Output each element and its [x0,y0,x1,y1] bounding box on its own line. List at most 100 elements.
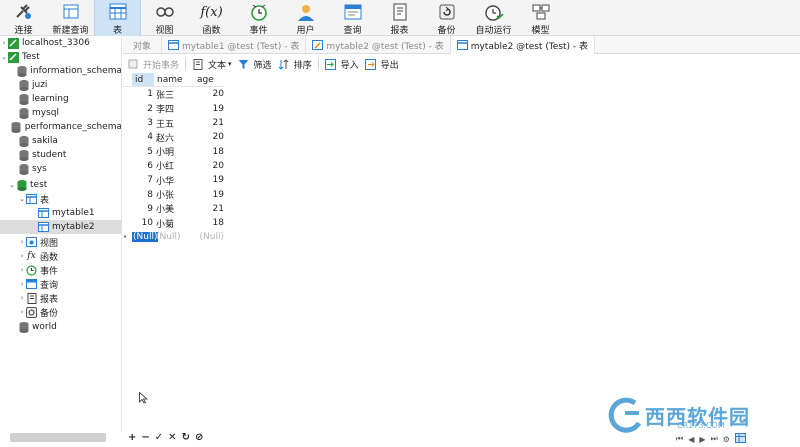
cell-age-null[interactable]: (Null) [194,232,224,242]
filter-button[interactable]: 筛选 [238,58,272,71]
column-header-id[interactable]: id [132,73,154,88]
chevron-down-icon[interactable]: ⌄ [18,195,26,203]
new-query-button[interactable]: 新建查询 [47,0,94,36]
previous-record-icon[interactable]: ◀ [688,435,694,444]
table-row[interactable]: 7 小华 19 [123,173,263,187]
tree-folder-events[interactable]: › 事件 [0,263,121,277]
discard-icon[interactable]: ✕ [168,432,176,443]
cell-name[interactable]: 小华 [154,174,194,187]
tab-objects[interactable]: 对象 [123,36,163,54]
chevron-right-icon[interactable]: › [18,252,26,260]
refresh-icon[interactable]: ↻ [182,432,190,443]
cell-name[interactable]: 小明 [154,145,194,158]
settings-icon[interactable]: ⚙ [723,435,730,444]
tab-mytable1[interactable]: mytable1 @test (Test) - 表 [162,36,307,54]
cell-age[interactable]: 19 [194,104,224,114]
add-icon[interactable]: + [128,432,136,443]
cell-age[interactable]: 20 [194,132,224,142]
cell-age[interactable]: 20 [194,161,224,171]
remove-icon[interactable]: − [141,432,149,443]
export-button[interactable]: 导出 [364,58,399,71]
chevron-right-icon[interactable]: › [18,308,26,316]
tree-connection-test[interactable]: ⌄ Test [0,50,121,64]
table-row[interactable]: 9 小美 21 [123,202,263,216]
tree-folder-queries[interactable]: › 查询 [0,277,121,291]
begin-transaction-button[interactable]: 开始事务 [127,58,179,71]
tree-horizontal-scrollbar[interactable] [10,433,106,442]
cell-id[interactable]: 6 [132,161,154,171]
tree-folder-functions[interactable]: › fx 函数 [0,249,121,263]
table-row[interactable]: 1 张三 20 [123,87,263,101]
connect-button[interactable]: 连接 [0,0,47,36]
chevron-right-icon[interactable]: › [0,39,8,47]
function-button[interactable]: f(x) 函数 [188,0,235,37]
sort-button[interactable]: 排序 [278,58,312,71]
cell-id[interactable]: 10 [132,218,154,228]
first-record-icon[interactable]: ⏮ [676,434,683,444]
cell-name[interactable]: 小菊 [154,217,194,230]
cell-id[interactable]: 7 [132,175,154,185]
cell-age[interactable]: 20 [194,89,224,99]
cell-id[interactable]: 3 [132,118,154,128]
tree-db-information-schema[interactable]: information_schema [0,64,121,78]
text-button[interactable]: 文本 ▾ [192,58,232,71]
column-header-name[interactable]: name [154,73,194,88]
table-button[interactable]: 表 [94,0,141,36]
tree-folder-backups[interactable]: › 备份 [0,305,121,319]
column-header-age[interactable]: age [194,73,224,88]
tree-db-sys[interactable]: sys [0,162,121,176]
report-button[interactable]: 报表 [376,0,423,36]
tree-folder-reports[interactable]: › 报表 [0,291,121,305]
tree-db-learning[interactable]: learning [0,92,121,106]
view-button[interactable]: 视图 [141,0,188,36]
query-button[interactable]: 查询 [329,0,376,36]
chevron-right-icon[interactable]: › [18,280,26,288]
cell-id[interactable]: 2 [132,104,154,114]
cell-name[interactable]: 王五 [154,117,194,130]
tree-folder-tables[interactable]: ⌄ 表 [0,192,121,206]
chevron-right-icon[interactable]: › [18,294,26,302]
chevron-down-icon[interactable]: ⌄ [0,53,8,61]
table-row[interactable]: 8 小张 19 [123,187,263,202]
table-row[interactable]: 3 王五 21 [123,116,263,130]
cell-name[interactable]: 赵六 [154,131,194,144]
model-button[interactable]: 模型 [517,0,564,36]
cell-age[interactable]: 19 [194,190,224,200]
tree-connection-localhost[interactable]: › localhost_3306 [0,36,121,50]
cell-name[interactable]: 张三 [154,88,194,101]
event-button[interactable]: 事件 [235,0,282,36]
tree-db-juzi[interactable]: juzi [0,78,121,92]
tree-db-performance-schema[interactable]: performance_schema [0,120,121,134]
last-record-icon[interactable]: ⏭ [711,434,718,444]
tree-db-student[interactable]: student [0,148,121,162]
cell-age[interactable]: 21 [194,204,224,214]
table-row[interactable]: 6 小红 20 [123,159,263,173]
tree-folder-views[interactable]: › 视图 [0,235,121,249]
user-button[interactable]: 用户 [282,0,329,36]
apply-icon[interactable]: ✓ [155,432,163,443]
table-row[interactable]: 4 赵六 20 [123,130,263,144]
chevron-right-icon[interactable]: › [18,266,26,274]
tab-mytable2-design[interactable]: mytable2 @test (Test) - 表 [306,36,451,54]
cell-name[interactable]: 李四 [154,102,194,115]
grid-view-icon[interactable] [734,433,746,445]
new-table-row[interactable]: • (Null) (Null) (Null) [123,230,263,244]
cell-id[interactable]: 1 [132,89,154,99]
cell-name[interactable]: 小红 [154,159,194,172]
cell-id[interactable]: 9 [132,204,154,214]
tree-db-world[interactable]: world [0,320,121,334]
table-row[interactable]: 5 小明 18 [123,144,263,159]
cell-age[interactable]: 19 [194,175,224,185]
tab-mytable2-data[interactable]: mytable2 @test (Test) - 表 [450,36,596,54]
next-record-icon[interactable]: ▶ [699,435,705,444]
tree-db-mysql[interactable]: mysql [0,106,121,120]
cell-id[interactable]: 4 [132,132,154,142]
cell-name-null[interactable]: (Null) [154,232,194,242]
cell-name[interactable]: 小美 [154,202,194,215]
chevron-right-icon[interactable]: › [18,238,26,246]
chevron-down-icon[interactable]: ⌄ [8,181,16,189]
tree-table-mytable2[interactable]: mytable2 [0,220,121,234]
table-row[interactable]: 2 李四 19 [123,102,263,116]
cell-age[interactable]: 21 [194,118,224,128]
cell-id[interactable]: 5 [132,147,154,157]
